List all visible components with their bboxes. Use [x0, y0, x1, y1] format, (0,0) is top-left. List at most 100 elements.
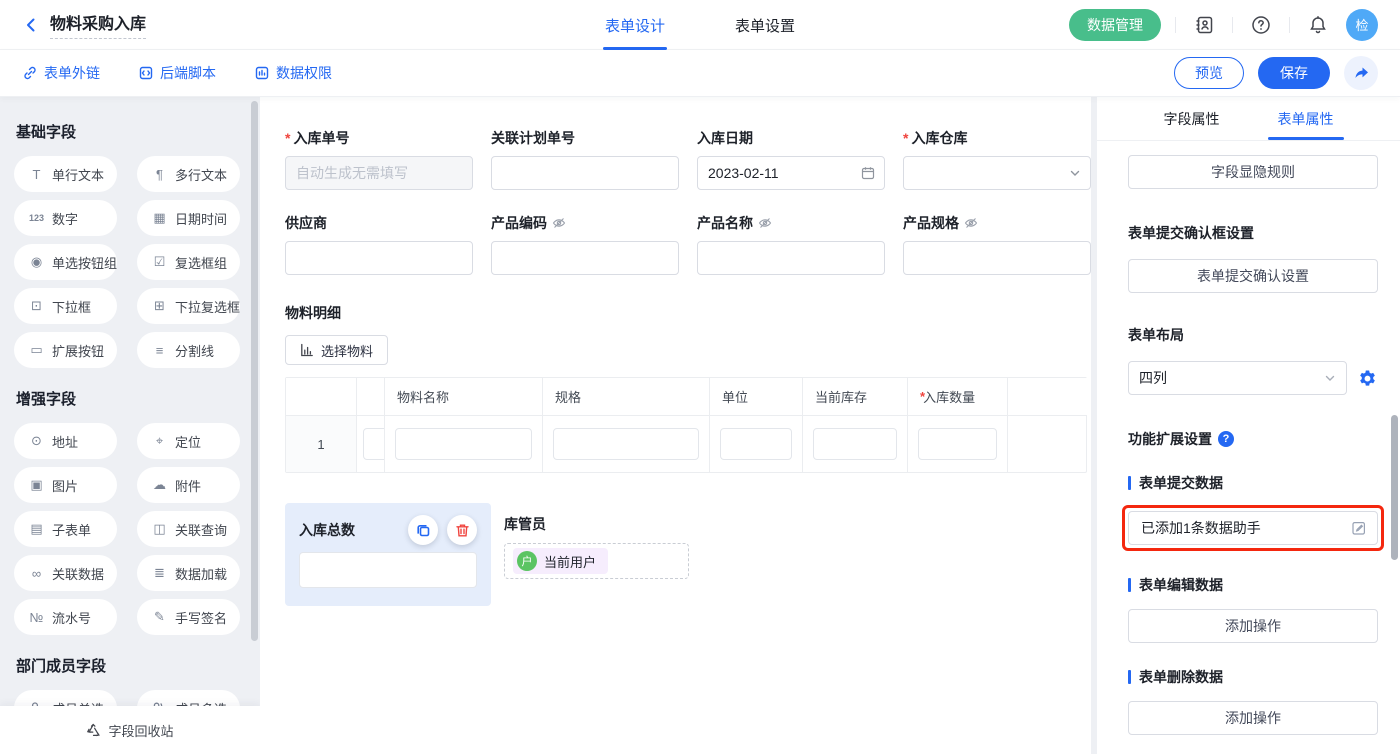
product-spec-input[interactable]: [904, 242, 1090, 274]
sidebar-item-address[interactable]: ⊙地址: [14, 423, 117, 459]
help-icon[interactable]: [1247, 11, 1275, 39]
select-material-button[interactable]: 选择物料: [285, 335, 388, 365]
inbound-date-input[interactable]: [698, 157, 884, 189]
field-supplier[interactable]: 供应商: [285, 214, 473, 275]
recycle-icon: [86, 723, 101, 738]
spec-input[interactable]: [554, 429, 698, 459]
field-inbound-no[interactable]: *入库单号: [285, 129, 473, 190]
eye-off-icon: [552, 216, 566, 230]
total-input[interactable]: [299, 552, 477, 588]
sidebar-item-extend-button[interactable]: ▭扩展按钮: [14, 332, 117, 368]
field-product-spec[interactable]: 产品规格: [903, 214, 1091, 275]
unit-cell: [710, 416, 803, 472]
contact-book-icon[interactable]: [1190, 11, 1218, 39]
save-button[interactable]: 保存: [1258, 57, 1330, 89]
group-title-submit-data: 表单提交数据: [1128, 473, 1378, 493]
row-index-cell: 1: [286, 416, 357, 472]
copy-field-button[interactable]: [408, 515, 438, 545]
field-library-sidebar: 基础字段 T单行文本 ¶多行文本 123数字 ▦日期时间 ◉单选按钮组 ☑复选框…: [0, 97, 260, 754]
field-recycle-bin[interactable]: 字段回收站: [0, 706, 260, 754]
sidebar-item-attachment[interactable]: ☁附件: [137, 467, 240, 503]
number-icon: 123: [28, 213, 45, 223]
data-permission-label: 数据权限: [276, 63, 332, 83]
field-inbound-date[interactable]: 入库日期: [697, 129, 885, 190]
material-name-input[interactable]: [396, 429, 531, 459]
tab-form-properties[interactable]: 表单属性: [1278, 97, 1334, 140]
chevron-down-icon[interactable]: [1069, 167, 1081, 179]
sidebar-item-locate[interactable]: ⌖定位: [137, 423, 240, 459]
sidebar-item-data-load[interactable]: ≣数据加载: [137, 555, 240, 591]
share-button[interactable]: [1344, 56, 1378, 90]
sidebar-item-multi-text[interactable]: ¶多行文本: [137, 156, 240, 192]
sidebar-item-linked-data[interactable]: ∞关联数据: [14, 555, 117, 591]
field-warehouse-keeper[interactable]: 库管员 户 当前用户: [504, 503, 689, 606]
delete-field-button[interactable]: [447, 515, 477, 545]
calendar-icon[interactable]: [861, 166, 875, 180]
backend-script-item[interactable]: 后端脚本: [138, 63, 216, 83]
data-permission-item[interactable]: 数据权限: [254, 63, 332, 83]
sidebar-item-member-multi[interactable]: 成员多选: [137, 690, 240, 706]
current-stock-input[interactable]: [814, 429, 896, 459]
sidebar-item-divider[interactable]: ≡分割线: [137, 332, 240, 368]
panel-scrollbar[interactable]: [1391, 415, 1398, 560]
data-assistant-button[interactable]: 已添加1条数据助手: [1128, 511, 1378, 545]
sidebar-item-select[interactable]: ⊡下拉框: [14, 288, 117, 324]
top-header: 物料采购入库 表单设计 表单设置 数据管理 检: [0, 0, 1400, 50]
sidebar-item-member-single[interactable]: 成员单选: [14, 690, 117, 706]
sidebar-item-number[interactable]: 123数字: [14, 200, 117, 236]
user-avatar[interactable]: 检: [1346, 9, 1378, 41]
field-product-code[interactable]: 产品编码: [491, 214, 679, 275]
field-warehouse[interactable]: *入库仓库: [903, 129, 1091, 190]
tab-form-settings[interactable]: 表单设置: [735, 0, 795, 50]
current-user-tag[interactable]: 户 当前用户: [513, 548, 608, 574]
layout-select[interactable]: 四列: [1128, 361, 1347, 395]
required-mark: *: [285, 130, 290, 146]
data-manage-button[interactable]: 数据管理: [1069, 9, 1161, 41]
edit-icon[interactable]: [1351, 520, 1367, 536]
unit-input[interactable]: [721, 429, 791, 459]
plan-no-input[interactable]: [492, 157, 678, 189]
tab-field-properties[interactable]: 字段属性: [1164, 97, 1220, 140]
field-product-name[interactable]: 产品名称: [697, 214, 885, 275]
sidebar-item-lookup[interactable]: ◫关联查询: [137, 511, 240, 547]
product-code-input[interactable]: [492, 242, 678, 274]
sidebar-scrollbar[interactable]: [251, 101, 258, 641]
external-link-item[interactable]: 表单外链: [22, 63, 100, 83]
layout-settings-gear-icon[interactable]: [1357, 368, 1378, 389]
supplier-input[interactable]: [286, 242, 472, 274]
inbound-qty-input[interactable]: [919, 429, 996, 459]
page-title[interactable]: 物料采购入库: [50, 10, 146, 39]
col-header-spec: 规格: [543, 378, 710, 416]
external-link-label: 表单外链: [44, 63, 100, 83]
inbound-no-input[interactable]: [286, 157, 472, 189]
warehouse-select[interactable]: [904, 157, 1090, 189]
form-canvas: *入库单号 关联计划单号 入库日期 *入库仓库: [260, 97, 1091, 754]
field-plan-no[interactable]: 关联计划单号: [491, 129, 679, 190]
subform-icon: ▤: [28, 521, 45, 537]
selected-field-total[interactable]: 入库总数: [285, 503, 491, 606]
sidebar-item-subform[interactable]: ▤子表单: [14, 511, 117, 547]
sidebar-item-multi-select[interactable]: ⊞下拉复选框: [137, 288, 240, 324]
multi-select-icon: ⊞: [151, 298, 168, 314]
cloud-upload-icon: ☁: [151, 477, 168, 493]
keeper-value-box[interactable]: 户 当前用户: [504, 543, 689, 579]
total-field-label: 入库总数: [299, 521, 355, 539]
preview-button[interactable]: 预览: [1174, 57, 1244, 89]
sidebar-item-serial-number[interactable]: №流水号: [14, 599, 117, 635]
question-icon[interactable]: ?: [1218, 431, 1234, 447]
submit-confirm-section-title: 表单提交确认框设置: [1128, 223, 1378, 243]
back-icon[interactable]: [22, 16, 40, 34]
sidebar-item-image[interactable]: ▣图片: [14, 467, 117, 503]
sidebar-item-single-text[interactable]: T单行文本: [14, 156, 117, 192]
sidebar-item-checkbox-group[interactable]: ☑复选框组: [137, 244, 240, 280]
add-action-button-edit[interactable]: 添加操作: [1128, 609, 1378, 643]
product-name-input[interactable]: [698, 242, 884, 274]
sidebar-item-signature[interactable]: ✎手写签名: [137, 599, 240, 635]
field-visibility-rules-button[interactable]: 字段显隐规则: [1128, 155, 1378, 189]
notification-bell-icon[interactable]: [1304, 11, 1332, 39]
sidebar-item-datetime[interactable]: ▦日期时间: [137, 200, 240, 236]
sidebar-item-radio-group[interactable]: ◉单选按钮组: [14, 244, 117, 280]
add-action-button-delete[interactable]: 添加操作: [1128, 701, 1378, 735]
tab-form-design[interactable]: 表单设计: [605, 0, 665, 50]
submit-confirm-settings-button[interactable]: 表单提交确认设置: [1128, 259, 1378, 293]
